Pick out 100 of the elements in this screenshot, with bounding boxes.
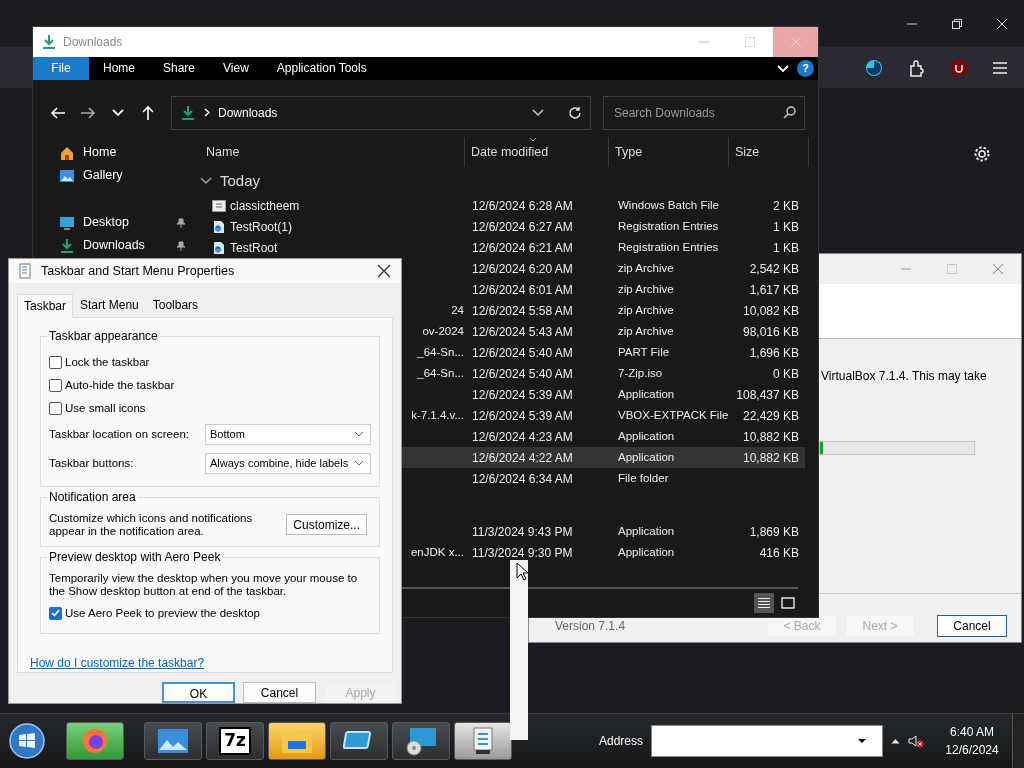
dropdown[interactable]: Bottom bbox=[205, 423, 371, 445]
file-size: 1 KB bbox=[772, 218, 800, 236]
file-name: k-7.1.4.v... bbox=[411, 407, 464, 423]
ribbon-tab[interactable]: File bbox=[33, 57, 89, 80]
pie-chart-icon[interactable] bbox=[864, 58, 884, 78]
checkbox[interactable] bbox=[49, 606, 62, 620]
file-date: 12/6/2024 5:40 AM bbox=[471, 365, 574, 383]
address-field[interactable] bbox=[651, 725, 883, 757]
file-date: 12/6/2024 6:28 AM bbox=[471, 197, 574, 215]
ribbon-tab[interactable]: View bbox=[209, 57, 263, 80]
tab[interactable]: Start Menu bbox=[73, 292, 146, 317]
file-row[interactable]: TestRoot(1) 12/6/2024 6:27 AM Registration Entries 1 KB bbox=[200, 216, 805, 237]
file-date: 12/6/2024 5:40 AM bbox=[471, 344, 574, 362]
taskbar-button[interactable] bbox=[144, 722, 202, 760]
checkbox[interactable] bbox=[49, 401, 62, 415]
file-date: 11/3/2024 9:43 PM bbox=[471, 523, 574, 541]
column-header[interactable]: Name bbox=[200, 137, 465, 167]
globe-icon bbox=[80, 726, 110, 756]
column-header[interactable]: Size bbox=[729, 137, 809, 167]
taskbar-button[interactable] bbox=[392, 722, 450, 760]
file-type: Application bbox=[617, 386, 676, 402]
muted-speaker-icon[interactable] bbox=[908, 734, 924, 748]
start-button[interactable] bbox=[8, 722, 46, 760]
wizard-button[interactable]: Cancel bbox=[937, 614, 1007, 637]
taskbar-button[interactable]: 7z bbox=[206, 722, 264, 760]
settings-icon[interactable] bbox=[973, 145, 991, 163]
dialog-button[interactable]: Cancel bbox=[243, 682, 316, 703]
group-title: Notification area bbox=[47, 489, 138, 504]
file-name: _64-Sn... bbox=[417, 344, 464, 360]
file-size: 2,542 KB bbox=[748, 260, 800, 278]
help-link[interactable]: How do I customize the taskbar? bbox=[30, 655, 205, 670]
file-date: 12/6/2024 4:23 AM bbox=[471, 428, 574, 446]
field-label: Taskbar buttons: bbox=[49, 455, 135, 471]
checkbox-label[interactable]: Auto-hide the taskbar bbox=[65, 376, 175, 394]
tab[interactable]: Taskbar bbox=[17, 293, 74, 318]
file-type: PART File bbox=[617, 344, 671, 360]
field-label: Taskbar location on screen: bbox=[49, 426, 190, 442]
sidebar-item[interactable]: Desktop bbox=[33, 211, 192, 234]
refresh-icon[interactable] bbox=[568, 105, 582, 120]
address-bar[interactable]: Downloads bbox=[171, 95, 591, 130]
menu-icon[interactable] bbox=[992, 61, 1008, 75]
sidebar-item[interactable]: Home bbox=[33, 141, 192, 164]
column-header[interactable]: Type bbox=[609, 137, 729, 167]
file-size: 22,429 KB bbox=[741, 407, 800, 425]
search-field[interactable]: Search Downloads bbox=[603, 95, 805, 130]
file-type: zip Archive bbox=[617, 260, 675, 276]
checkbox[interactable] bbox=[49, 355, 62, 369]
file-row[interactable]: TestRoot 12/6/2024 6:21 AM Registration Entries 1 KB bbox=[200, 237, 805, 258]
group-title: Taskbar appearance bbox=[47, 328, 160, 343]
file-type: File folder bbox=[617, 470, 670, 486]
ribbon-tab[interactable]: Application Tools bbox=[262, 57, 381, 80]
search-input[interactable]: Search Downloads bbox=[612, 102, 772, 123]
monitor-icon bbox=[59, 214, 75, 231]
up-arrow-icon[interactable] bbox=[141, 104, 155, 121]
sidebar-item[interactable]: Downloads bbox=[33, 234, 192, 257]
checkbox-label[interactable]: Use small icons bbox=[65, 399, 146, 417]
customize-button[interactable]: Customize... bbox=[286, 514, 367, 536]
file-type: zip Archive bbox=[617, 323, 675, 339]
taskbar-button[interactable] bbox=[454, 722, 512, 760]
file-row[interactable]: classictheem 12/6/2024 6:28 AM Windows Batch File 2 KB bbox=[200, 195, 805, 216]
mouse-pointer-icon bbox=[516, 562, 530, 582]
file-size: 416 KB bbox=[758, 544, 800, 562]
chevron-down-icon[interactable] bbox=[532, 108, 544, 117]
file-name: _64-Sn... bbox=[417, 365, 464, 381]
clock[interactable]: 6:40 AM 12/6/2024 bbox=[940, 723, 1004, 759]
file-size: 1,617 KB bbox=[748, 281, 800, 299]
dialog-button[interactable]: OK bbox=[162, 682, 235, 703]
group-header[interactable]: Today bbox=[220, 169, 261, 193]
window-title: Downloads bbox=[63, 34, 123, 51]
dropdown[interactable]: Always combine, hide labels bbox=[205, 452, 371, 474]
ribbon-tab[interactable]: Share bbox=[149, 57, 210, 80]
dialog-title: Taskbar and Start Menu Properties bbox=[41, 262, 235, 280]
taskbar-properties-icon bbox=[19, 262, 33, 279]
installer-message: VirtualBox 7.1.4. This may take bbox=[821, 369, 987, 383]
file-type: Windows Batch File bbox=[617, 197, 720, 213]
checkbox[interactable] bbox=[49, 378, 62, 392]
details-view-button[interactable] bbox=[754, 593, 774, 613]
help-button[interactable]: ? bbox=[797, 60, 814, 77]
address-label: Address bbox=[598, 733, 643, 750]
close-icon[interactable] bbox=[377, 263, 391, 278]
column-header[interactable]: Date modified bbox=[465, 137, 609, 167]
file-size: 2 KB bbox=[772, 197, 800, 215]
chevron-down-icon[interactable] bbox=[200, 177, 212, 185]
ribbon-tab[interactable]: Home bbox=[89, 57, 149, 80]
show-hidden-icons[interactable] bbox=[891, 738, 900, 744]
file-size: 98,016 KB bbox=[741, 323, 800, 341]
file-type: Registration Entries bbox=[617, 218, 720, 234]
back-arrow-icon[interactable] bbox=[50, 105, 66, 120]
forward-arrow-icon[interactable] bbox=[80, 105, 96, 120]
checkbox-label[interactable]: Lock the taskbar bbox=[65, 353, 150, 371]
taskbar-button[interactable] bbox=[330, 722, 388, 760]
checkbox-label[interactable]: Use Aero Peek to preview the desktop bbox=[65, 604, 260, 622]
picture-icon bbox=[59, 167, 75, 184]
file-type: VBOX-EXTPACK File bbox=[617, 407, 730, 423]
file-date: 12/6/2024 6:01 AM bbox=[471, 281, 574, 299]
file-size: 108,437 KB bbox=[735, 386, 800, 404]
sidebar-item[interactable]: Gallery bbox=[33, 164, 192, 187]
restore-icon[interactable] bbox=[950, 17, 963, 30]
extensions-icon[interactable] bbox=[908, 59, 926, 77]
tab[interactable]: Toolbars bbox=[145, 292, 206, 317]
